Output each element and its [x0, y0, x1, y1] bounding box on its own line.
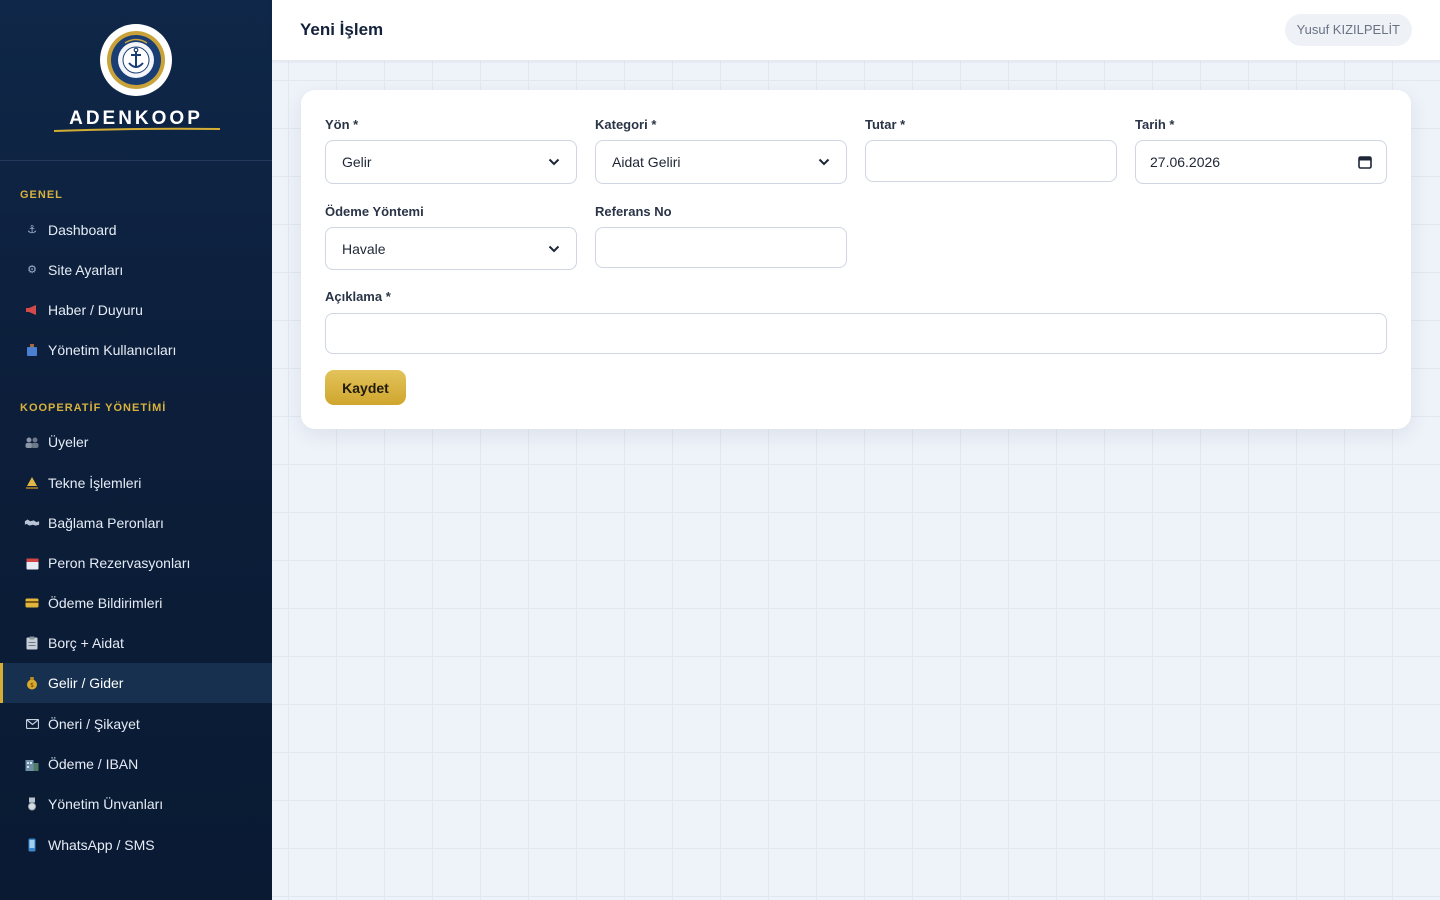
megaphone-icon: [24, 302, 40, 318]
kategori-label: Kategori *: [595, 117, 657, 132]
phone-icon: [24, 837, 40, 853]
yon-label: Yön *: [325, 117, 359, 132]
tutar-label: Tutar *: [865, 117, 906, 132]
sidebar-item-dashboard[interactable]: ⚓ Dashboard: [0, 210, 272, 250]
sidebar-item-baglama-peronlari[interactable]: Bağlama Peronları: [0, 503, 272, 543]
medal-icon: [24, 796, 40, 812]
sidebar-item-peron-rezervasyonlari[interactable]: Peron Rezervasyonları: [0, 543, 272, 583]
tutar-input[interactable]: [865, 140, 1117, 182]
sidebar-item-label: WhatsApp / SMS: [48, 837, 155, 853]
tarih-value: 27.06.2026: [1150, 154, 1221, 170]
kategori-value: Aidat Geliri: [612, 154, 681, 170]
sidebar-item-tekne-islemleri[interactable]: Tekne İşlemleri: [0, 463, 272, 503]
section-title-kooperatif: KOOPERATİF YÖNETİMİ: [20, 402, 167, 414]
save-button[interactable]: Kaydet: [325, 370, 406, 405]
sidebar-item-haber-duyuru[interactable]: Haber / Duyuru: [0, 290, 272, 330]
sidebar-item-yonetim-kullanicilari[interactable]: Yönetim Kullanıcıları: [0, 330, 272, 370]
sidebar-item-label: Yönetim Kullanıcıları: [48, 342, 177, 358]
sidebar-item-odeme-bildirimleri[interactable]: Ödeme Bildirimleri: [0, 583, 272, 623]
topbar: Yeni İşlem Yusuf KIZILPELİT: [272, 0, 1440, 61]
calendar-icon[interactable]: [1358, 155, 1372, 169]
emblem-icon: [104, 28, 168, 92]
referans-no-input[interactable]: [595, 227, 847, 268]
chevron-down-icon: [548, 245, 560, 252]
sidebar-item-odeme-iban[interactable]: Ödeme / IBAN: [0, 744, 272, 784]
sidebar-item-label: Üyeler: [48, 434, 89, 450]
credit-card-icon: [24, 595, 40, 611]
sidebar-item-label: Dashboard: [48, 222, 117, 238]
sidebar-item-label: Haber / Duyuru: [48, 302, 143, 318]
sidebar-item-uyeler[interactable]: Üyeler: [0, 422, 272, 462]
members-icon: [24, 434, 40, 450]
tarih-label: Tarih *: [1135, 117, 1175, 132]
map-icon: [24, 515, 40, 531]
sidebar-item-borc-aidat[interactable]: Borç + Aidat: [0, 623, 272, 663]
envelope-icon: [24, 716, 40, 732]
calendar-icon: [24, 555, 40, 571]
yon-value: Gelir: [342, 154, 372, 170]
referans-no-label: Referans No: [595, 204, 672, 219]
sidebar: ADENKOOP GENEL ⚓ Dashboard ⚙ Site Ayarla…: [0, 0, 272, 900]
sidebar-item-label: Bağlama Peronları: [48, 515, 164, 531]
sidebar-item-label: Yönetim Ünvanları: [48, 796, 164, 812]
clipboard-icon: [24, 635, 40, 651]
odeme-yontemi-value: Havale: [342, 240, 386, 257]
sidebar-item-gelir-gider[interactable]: $ Gelir / Gider: [0, 663, 272, 703]
sidebar-item-label: Gelir / Gider: [48, 675, 124, 691]
sidebar-item-label: Peron Rezervasyonları: [48, 555, 191, 571]
sidebar-item-whatsapp-sms[interactable]: WhatsApp / SMS: [0, 825, 272, 865]
anchor-icon: ⚓: [27, 223, 37, 236]
user-chip[interactable]: Yusuf KIZILPELİT: [1284, 14, 1412, 46]
sailboat-icon: [24, 475, 40, 491]
tarih-input[interactable]: 27.06.2026: [1135, 140, 1387, 184]
chevron-down-icon: [818, 158, 830, 166]
sidebar-item-site-ayarlari[interactable]: ⚙ Site Ayarları: [0, 250, 272, 290]
chevron-down-icon: [548, 158, 560, 166]
aciklama-input[interactable]: [325, 313, 1387, 354]
yon-select[interactable]: Gelir: [325, 140, 577, 184]
transaction-form-card: Yön * Gelir Kategori * Aidat Geliri Tuta…: [301, 90, 1411, 429]
sidebar-item-label: Ödeme / IBAN: [48, 756, 139, 772]
aciklama-label: Açıklama *: [325, 289, 391, 304]
gear-icon: ⚙: [27, 263, 37, 276]
sidebar-item-label: Site Ayarları: [48, 262, 124, 278]
bank-icon: [24, 756, 40, 772]
logo: [100, 24, 172, 96]
odeme-yontemi-label: Ödeme Yöntemi: [325, 204, 424, 219]
kategori-select[interactable]: Aidat Geliri: [595, 140, 847, 184]
svg-text:$: $: [30, 682, 34, 689]
sidebar-item-oneri-sikayet[interactable]: Öneri / Şikayet: [0, 704, 272, 744]
users-icon: [24, 342, 40, 358]
sidebar-item-label: Öneri / Şikayet: [48, 716, 140, 732]
odeme-yontemi-select[interactable]: Havale: [325, 227, 577, 270]
page-title: Yeni İşlem: [300, 20, 384, 39]
section-title-genel: GENEL: [20, 189, 63, 201]
sidebar-item-label: Tekne İşlemleri: [48, 475, 142, 491]
main-content: Yeni İşlem Yusuf KIZILPELİT Yön * Gelir …: [272, 0, 1440, 900]
brand-area: ADENKOOP: [0, 0, 272, 161]
money-bag-icon: $: [24, 675, 40, 691]
sidebar-item-yonetim-unvanlari[interactable]: Yönetim Ünvanları: [0, 784, 272, 824]
sidebar-item-label: Borç + Aidat: [48, 635, 124, 651]
brand-underline: [53, 127, 221, 132]
sidebar-item-label: Ödeme Bildirimleri: [48, 595, 163, 611]
